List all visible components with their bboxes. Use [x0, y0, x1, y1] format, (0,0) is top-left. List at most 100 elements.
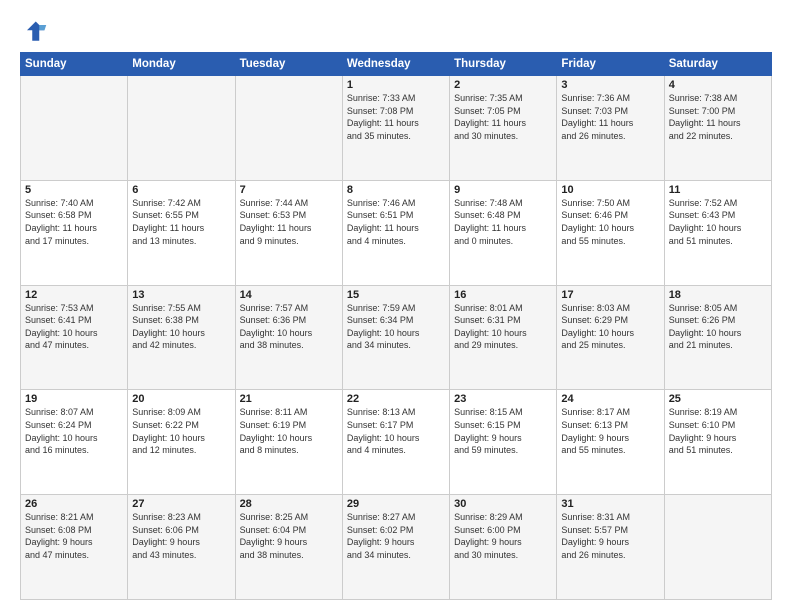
calendar-cell: 2Sunrise: 7:35 AM Sunset: 7:05 PM Daylig… [450, 76, 557, 181]
day-info: Sunrise: 8:13 AM Sunset: 6:17 PM Dayligh… [347, 406, 445, 456]
day-info: Sunrise: 8:25 AM Sunset: 6:04 PM Dayligh… [240, 511, 338, 561]
calendar-cell [664, 495, 771, 600]
calendar-cell: 27Sunrise: 8:23 AM Sunset: 6:06 PM Dayli… [128, 495, 235, 600]
day-info: Sunrise: 7:57 AM Sunset: 6:36 PM Dayligh… [240, 302, 338, 352]
day-info: Sunrise: 7:36 AM Sunset: 7:03 PM Dayligh… [561, 92, 659, 142]
day-info: Sunrise: 8:19 AM Sunset: 6:10 PM Dayligh… [669, 406, 767, 456]
day-info: Sunrise: 7:44 AM Sunset: 6:53 PM Dayligh… [240, 197, 338, 247]
day-info: Sunrise: 7:50 AM Sunset: 6:46 PM Dayligh… [561, 197, 659, 247]
calendar-header-monday: Monday [128, 53, 235, 76]
day-number: 13 [132, 289, 230, 301]
day-info: Sunrise: 7:40 AM Sunset: 6:58 PM Dayligh… [25, 197, 123, 247]
calendar-cell: 28Sunrise: 8:25 AM Sunset: 6:04 PM Dayli… [235, 495, 342, 600]
calendar-cell: 15Sunrise: 7:59 AM Sunset: 6:34 PM Dayli… [342, 285, 449, 390]
calendar-cell [235, 76, 342, 181]
day-number: 2 [454, 79, 552, 91]
calendar-week-3: 12Sunrise: 7:53 AM Sunset: 6:41 PM Dayli… [21, 285, 772, 390]
day-number: 18 [669, 289, 767, 301]
calendar-cell: 23Sunrise: 8:15 AM Sunset: 6:15 PM Dayli… [450, 390, 557, 495]
calendar-cell: 4Sunrise: 7:38 AM Sunset: 7:00 PM Daylig… [664, 76, 771, 181]
day-info: Sunrise: 7:42 AM Sunset: 6:55 PM Dayligh… [132, 197, 230, 247]
calendar-cell: 29Sunrise: 8:27 AM Sunset: 6:02 PM Dayli… [342, 495, 449, 600]
day-info: Sunrise: 8:27 AM Sunset: 6:02 PM Dayligh… [347, 511, 445, 561]
day-info: Sunrise: 7:52 AM Sunset: 6:43 PM Dayligh… [669, 197, 767, 247]
day-number: 30 [454, 498, 552, 510]
day-info: Sunrise: 8:03 AM Sunset: 6:29 PM Dayligh… [561, 302, 659, 352]
calendar-cell: 7Sunrise: 7:44 AM Sunset: 6:53 PM Daylig… [235, 180, 342, 285]
calendar-cell: 21Sunrise: 8:11 AM Sunset: 6:19 PM Dayli… [235, 390, 342, 495]
calendar-header-row: SundayMondayTuesdayWednesdayThursdayFrid… [21, 53, 772, 76]
day-number: 10 [561, 184, 659, 196]
calendar-cell [128, 76, 235, 181]
day-info: Sunrise: 8:29 AM Sunset: 6:00 PM Dayligh… [454, 511, 552, 561]
day-info: Sunrise: 7:59 AM Sunset: 6:34 PM Dayligh… [347, 302, 445, 352]
day-number: 28 [240, 498, 338, 510]
day-number: 15 [347, 289, 445, 301]
calendar-cell [21, 76, 128, 181]
day-number: 24 [561, 393, 659, 405]
day-info: Sunrise: 8:15 AM Sunset: 6:15 PM Dayligh… [454, 406, 552, 456]
day-info: Sunrise: 8:21 AM Sunset: 6:08 PM Dayligh… [25, 511, 123, 561]
day-number: 12 [25, 289, 123, 301]
calendar-cell: 16Sunrise: 8:01 AM Sunset: 6:31 PM Dayli… [450, 285, 557, 390]
day-number: 29 [347, 498, 445, 510]
calendar-cell: 31Sunrise: 8:31 AM Sunset: 5:57 PM Dayli… [557, 495, 664, 600]
day-number: 4 [669, 79, 767, 91]
day-number: 25 [669, 393, 767, 405]
calendar-cell: 17Sunrise: 8:03 AM Sunset: 6:29 PM Dayli… [557, 285, 664, 390]
day-info: Sunrise: 7:46 AM Sunset: 6:51 PM Dayligh… [347, 197, 445, 247]
day-number: 3 [561, 79, 659, 91]
calendar-table: SundayMondayTuesdayWednesdayThursdayFrid… [20, 52, 772, 600]
logo-icon [20, 18, 48, 46]
day-info: Sunrise: 7:38 AM Sunset: 7:00 PM Dayligh… [669, 92, 767, 142]
calendar-cell: 20Sunrise: 8:09 AM Sunset: 6:22 PM Dayli… [128, 390, 235, 495]
day-number: 7 [240, 184, 338, 196]
day-number: 17 [561, 289, 659, 301]
day-info: Sunrise: 8:05 AM Sunset: 6:26 PM Dayligh… [669, 302, 767, 352]
calendar-cell: 22Sunrise: 8:13 AM Sunset: 6:17 PM Dayli… [342, 390, 449, 495]
day-info: Sunrise: 8:11 AM Sunset: 6:19 PM Dayligh… [240, 406, 338, 456]
day-number: 26 [25, 498, 123, 510]
calendar-header-saturday: Saturday [664, 53, 771, 76]
calendar-header-thursday: Thursday [450, 53, 557, 76]
calendar-cell: 26Sunrise: 8:21 AM Sunset: 6:08 PM Dayli… [21, 495, 128, 600]
day-number: 22 [347, 393, 445, 405]
day-info: Sunrise: 8:07 AM Sunset: 6:24 PM Dayligh… [25, 406, 123, 456]
day-number: 6 [132, 184, 230, 196]
calendar-cell: 13Sunrise: 7:55 AM Sunset: 6:38 PM Dayli… [128, 285, 235, 390]
calendar-cell: 5Sunrise: 7:40 AM Sunset: 6:58 PM Daylig… [21, 180, 128, 285]
logo [20, 18, 52, 46]
calendar-cell: 18Sunrise: 8:05 AM Sunset: 6:26 PM Dayli… [664, 285, 771, 390]
day-number: 11 [669, 184, 767, 196]
header [20, 18, 772, 46]
calendar-week-2: 5Sunrise: 7:40 AM Sunset: 6:58 PM Daylig… [21, 180, 772, 285]
calendar-header-tuesday: Tuesday [235, 53, 342, 76]
calendar-week-4: 19Sunrise: 8:07 AM Sunset: 6:24 PM Dayli… [21, 390, 772, 495]
calendar-cell: 19Sunrise: 8:07 AM Sunset: 6:24 PM Dayli… [21, 390, 128, 495]
day-number: 20 [132, 393, 230, 405]
calendar-cell: 3Sunrise: 7:36 AM Sunset: 7:03 PM Daylig… [557, 76, 664, 181]
calendar-cell: 1Sunrise: 7:33 AM Sunset: 7:08 PM Daylig… [342, 76, 449, 181]
day-number: 23 [454, 393, 552, 405]
day-number: 31 [561, 498, 659, 510]
day-number: 27 [132, 498, 230, 510]
day-number: 8 [347, 184, 445, 196]
day-info: Sunrise: 8:31 AM Sunset: 5:57 PM Dayligh… [561, 511, 659, 561]
page: SundayMondayTuesdayWednesdayThursdayFrid… [0, 0, 792, 612]
calendar-week-5: 26Sunrise: 8:21 AM Sunset: 6:08 PM Dayli… [21, 495, 772, 600]
calendar-cell: 24Sunrise: 8:17 AM Sunset: 6:13 PM Dayli… [557, 390, 664, 495]
calendar-cell: 6Sunrise: 7:42 AM Sunset: 6:55 PM Daylig… [128, 180, 235, 285]
day-info: Sunrise: 8:01 AM Sunset: 6:31 PM Dayligh… [454, 302, 552, 352]
day-info: Sunrise: 7:53 AM Sunset: 6:41 PM Dayligh… [25, 302, 123, 352]
calendar-cell: 11Sunrise: 7:52 AM Sunset: 6:43 PM Dayli… [664, 180, 771, 285]
calendar-cell: 9Sunrise: 7:48 AM Sunset: 6:48 PM Daylig… [450, 180, 557, 285]
day-info: Sunrise: 8:17 AM Sunset: 6:13 PM Dayligh… [561, 406, 659, 456]
day-info: Sunrise: 7:55 AM Sunset: 6:38 PM Dayligh… [132, 302, 230, 352]
calendar-header-friday: Friday [557, 53, 664, 76]
day-info: Sunrise: 7:35 AM Sunset: 7:05 PM Dayligh… [454, 92, 552, 142]
day-info: Sunrise: 7:48 AM Sunset: 6:48 PM Dayligh… [454, 197, 552, 247]
day-info: Sunrise: 8:23 AM Sunset: 6:06 PM Dayligh… [132, 511, 230, 561]
calendar-cell: 14Sunrise: 7:57 AM Sunset: 6:36 PM Dayli… [235, 285, 342, 390]
day-number: 5 [25, 184, 123, 196]
calendar-week-1: 1Sunrise: 7:33 AM Sunset: 7:08 PM Daylig… [21, 76, 772, 181]
